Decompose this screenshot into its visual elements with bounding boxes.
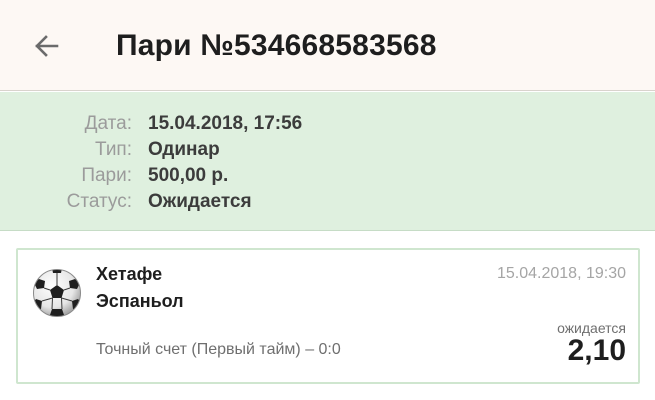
summary-row-status: Статус: Ожидается xyxy=(0,189,655,215)
bet-summary: Дата: 15.04.2018, 17:56 Тип: Одинар Пари… xyxy=(0,92,655,231)
event-datetime: 15.04.2018, 19:30 xyxy=(496,265,626,282)
app-header: Пари №534668583568 xyxy=(0,0,655,91)
date-value: 15.04.2018, 17:56 xyxy=(148,113,303,134)
type-value: Одинар xyxy=(148,139,220,160)
status-label: Статус: xyxy=(66,191,132,212)
summary-row-date: Дата: 15.04.2018, 17:56 xyxy=(0,111,655,137)
home-team: Хетафе xyxy=(96,264,163,284)
back-button[interactable] xyxy=(26,26,66,66)
odds-value: 2,10 xyxy=(567,334,626,367)
page-title: Пари №534668583568 xyxy=(116,29,437,62)
event-card[interactable]: Хетафе Эспаньол 15.04.2018, 19:30 Точный… xyxy=(16,248,640,384)
stake-label: Пари: xyxy=(81,165,132,186)
status-value: Ожидается xyxy=(148,191,252,212)
soccer-ball-icon xyxy=(33,269,81,317)
arrow-left-icon xyxy=(35,35,59,57)
summary-row-stake: Пари: 500,00 р. xyxy=(0,163,655,189)
summary-row-type: Тип: Одинар xyxy=(0,137,655,163)
away-team: Эспаньол xyxy=(96,291,184,311)
bet-market: Точный счет (Первый тайм) – 0:0 xyxy=(96,341,341,358)
stake-value: 500,00 р. xyxy=(148,165,229,186)
type-label: Тип: xyxy=(95,139,132,160)
date-label: Дата: xyxy=(84,113,132,134)
